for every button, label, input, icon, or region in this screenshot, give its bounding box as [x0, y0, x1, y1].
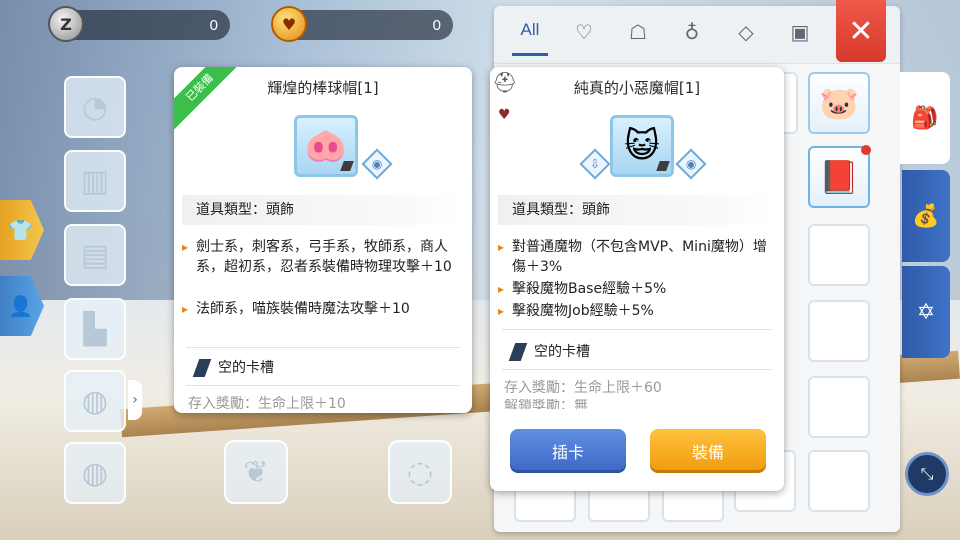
tab-gems[interactable]: ◇ [726, 20, 766, 50]
money-bag-icon: 💰 [912, 203, 940, 229]
equip-slot-shoes[interactable]: ▙ [64, 298, 126, 360]
item-image: 🐽 [294, 115, 358, 177]
tab-all[interactable]: All [510, 20, 550, 56]
item-title: 純真的小惡魔帽[1] [573, 79, 701, 97]
download-icon: ⇩ [589, 157, 601, 171]
insert-card-button[interactable]: 插卡 [510, 429, 626, 473]
mount-slot[interactable]: ◌ [388, 440, 452, 504]
garment-icon: ▤ [80, 237, 110, 273]
shirt-icon: 👕 [8, 218, 33, 242]
divider [186, 385, 460, 386]
inventory-cell[interactable] [808, 450, 870, 512]
inventory-item-pig-hat[interactable]: 🐷 [808, 72, 870, 134]
eye-icon: ◉ [371, 156, 383, 171]
eye-icon: ◉ [685, 156, 697, 171]
compare-button[interactable]: ⇩ [579, 148, 611, 180]
resize-icon: ⤡ [920, 464, 934, 483]
backpack-icon: 🎒 [911, 105, 939, 131]
card-slot-label: 空的卡槽 [218, 360, 274, 376]
side-tab-magic[interactable]: ✡ [902, 266, 950, 358]
card-slot: 空的卡槽 [192, 357, 274, 377]
selected-item-tooltip: 純真的小惡魔帽[1] 😺 ⇩ ◉ 道具類型：頭飾 對普通魔物（不包含MVP、Mi… [490, 67, 784, 491]
item-effect: 劍士系，刺客系，弓手系，牧師系，商人系，超初系，忍者系裝備時物理攻擊＋10 [182, 237, 458, 277]
ring-icon: ◌ [406, 454, 434, 490]
zeny-value: 0 [209, 16, 218, 34]
equip-button[interactable]: 裝備 [650, 429, 766, 473]
shirt-icon: ☖ [629, 20, 647, 44]
hexagram-icon: ✡ [916, 299, 936, 325]
item-image: 😺 [610, 115, 674, 177]
close-icon: ✕ [848, 13, 874, 49]
tab-equipment[interactable]: ☖ [618, 20, 658, 50]
card-slot: 空的卡槽 [508, 341, 590, 361]
collapse-button[interactable]: ⤡ [905, 452, 949, 496]
armor-icon: ▥ [80, 163, 110, 199]
preview-button[interactable]: ◉ [361, 148, 393, 180]
item-type: 道具類型：頭飾 [498, 195, 776, 225]
heart-coin-icon: ♥ [271, 6, 307, 42]
item-effect: 擊殺魔物Job經驗＋5% [498, 301, 770, 321]
deposit-reward: 存入獎勵：生命上限＋10 [188, 396, 346, 412]
tab-cards[interactable]: ▣ [780, 20, 820, 50]
item-effect: 對普通魔物（不包含MVP、Mini魔物）增傷＋3% [498, 237, 770, 277]
zeny-coin-icon: Z [48, 6, 84, 42]
expand-arrow[interactable]: › [128, 380, 142, 420]
item-effect: 法師系，喵族裝備時魔法攻擊＋10 [182, 299, 458, 319]
inventory-cell[interactable] [808, 224, 870, 286]
new-indicator [861, 145, 871, 155]
item-effect: 擊殺魔物Base經驗＋5% [498, 279, 770, 299]
close-button[interactable]: ✕ [836, 0, 886, 62]
tab-heart[interactable]: ♡ [564, 20, 604, 50]
bird-icon: ❦ [243, 454, 269, 490]
unlock-reward: 解鎖獎勵：無 [504, 399, 588, 409]
hat-icon: ◔ [81, 89, 109, 125]
card-slot-icon [508, 343, 528, 361]
inventory-cell[interactable] [808, 300, 870, 362]
shoes-icon: ▙ [83, 311, 107, 347]
equip-slot-accessory-1[interactable]: ◍ [64, 370, 126, 432]
inventory-item-book[interactable]: 📕 [808, 145, 871, 208]
heart-icon: ♡ [575, 20, 593, 44]
item-title: 輝煌的棒球帽[1] [267, 79, 379, 97]
cat-hat-icon: 😺 [624, 126, 660, 166]
inventory-cell[interactable] [808, 376, 870, 438]
diamond-icon: ◇ [738, 20, 754, 44]
accessory-icon: ◍ [81, 383, 109, 419]
card-slot-icon [192, 359, 212, 377]
equip-slot-armor[interactable]: ▥ [64, 150, 126, 212]
zeny-counter: Z 0 [48, 6, 230, 42]
pig-cap-icon: 🐽 [304, 126, 348, 166]
side-tab-backpack[interactable]: 🎒 [900, 72, 950, 164]
card-icon: ▣ [790, 20, 810, 44]
deposit-reward: 存入獎勵：生命上限＋60 [504, 380, 662, 396]
heart-currency-counter: ♥ 0 [271, 6, 453, 42]
potion-icon: ♁ [684, 20, 700, 44]
heart-currency-value: 0 [432, 16, 441, 34]
pet-slot[interactable]: ❦ [224, 440, 288, 504]
preview-button[interactable]: ◉ [675, 148, 707, 180]
divider [186, 347, 460, 348]
side-tab-zeny-bag[interactable]: 💰 [902, 170, 950, 262]
equip-slot-head-top[interactable]: ◔ [64, 76, 126, 138]
book-icon: 📕 [819, 158, 859, 196]
equip-slot-accessory-2[interactable]: ◍ [64, 442, 126, 504]
item-type: 道具類型：頭飾 [182, 195, 464, 225]
tab-consumables[interactable]: ♁ [672, 20, 712, 50]
divider [502, 369, 772, 370]
equip-slot-garment[interactable]: ▤ [64, 224, 126, 286]
card-slot-label: 空的卡槽 [534, 344, 590, 360]
accessory-icon: ◍ [81, 455, 109, 491]
viking-helmet-icon: ⛑ [492, 70, 518, 94]
divider [502, 329, 772, 330]
equipped-item-tooltip: 已裝備 輝煌的棒球帽[1] 🐽 ◉ 道具類型：頭飾 劍士系，刺客系，弓手系，牧師… [174, 67, 472, 413]
favorite-heart-icon[interactable]: ♥ [498, 107, 511, 123]
pig-hat-icon: 🐷 [819, 84, 859, 122]
person-icon: 👤 [8, 294, 33, 318]
